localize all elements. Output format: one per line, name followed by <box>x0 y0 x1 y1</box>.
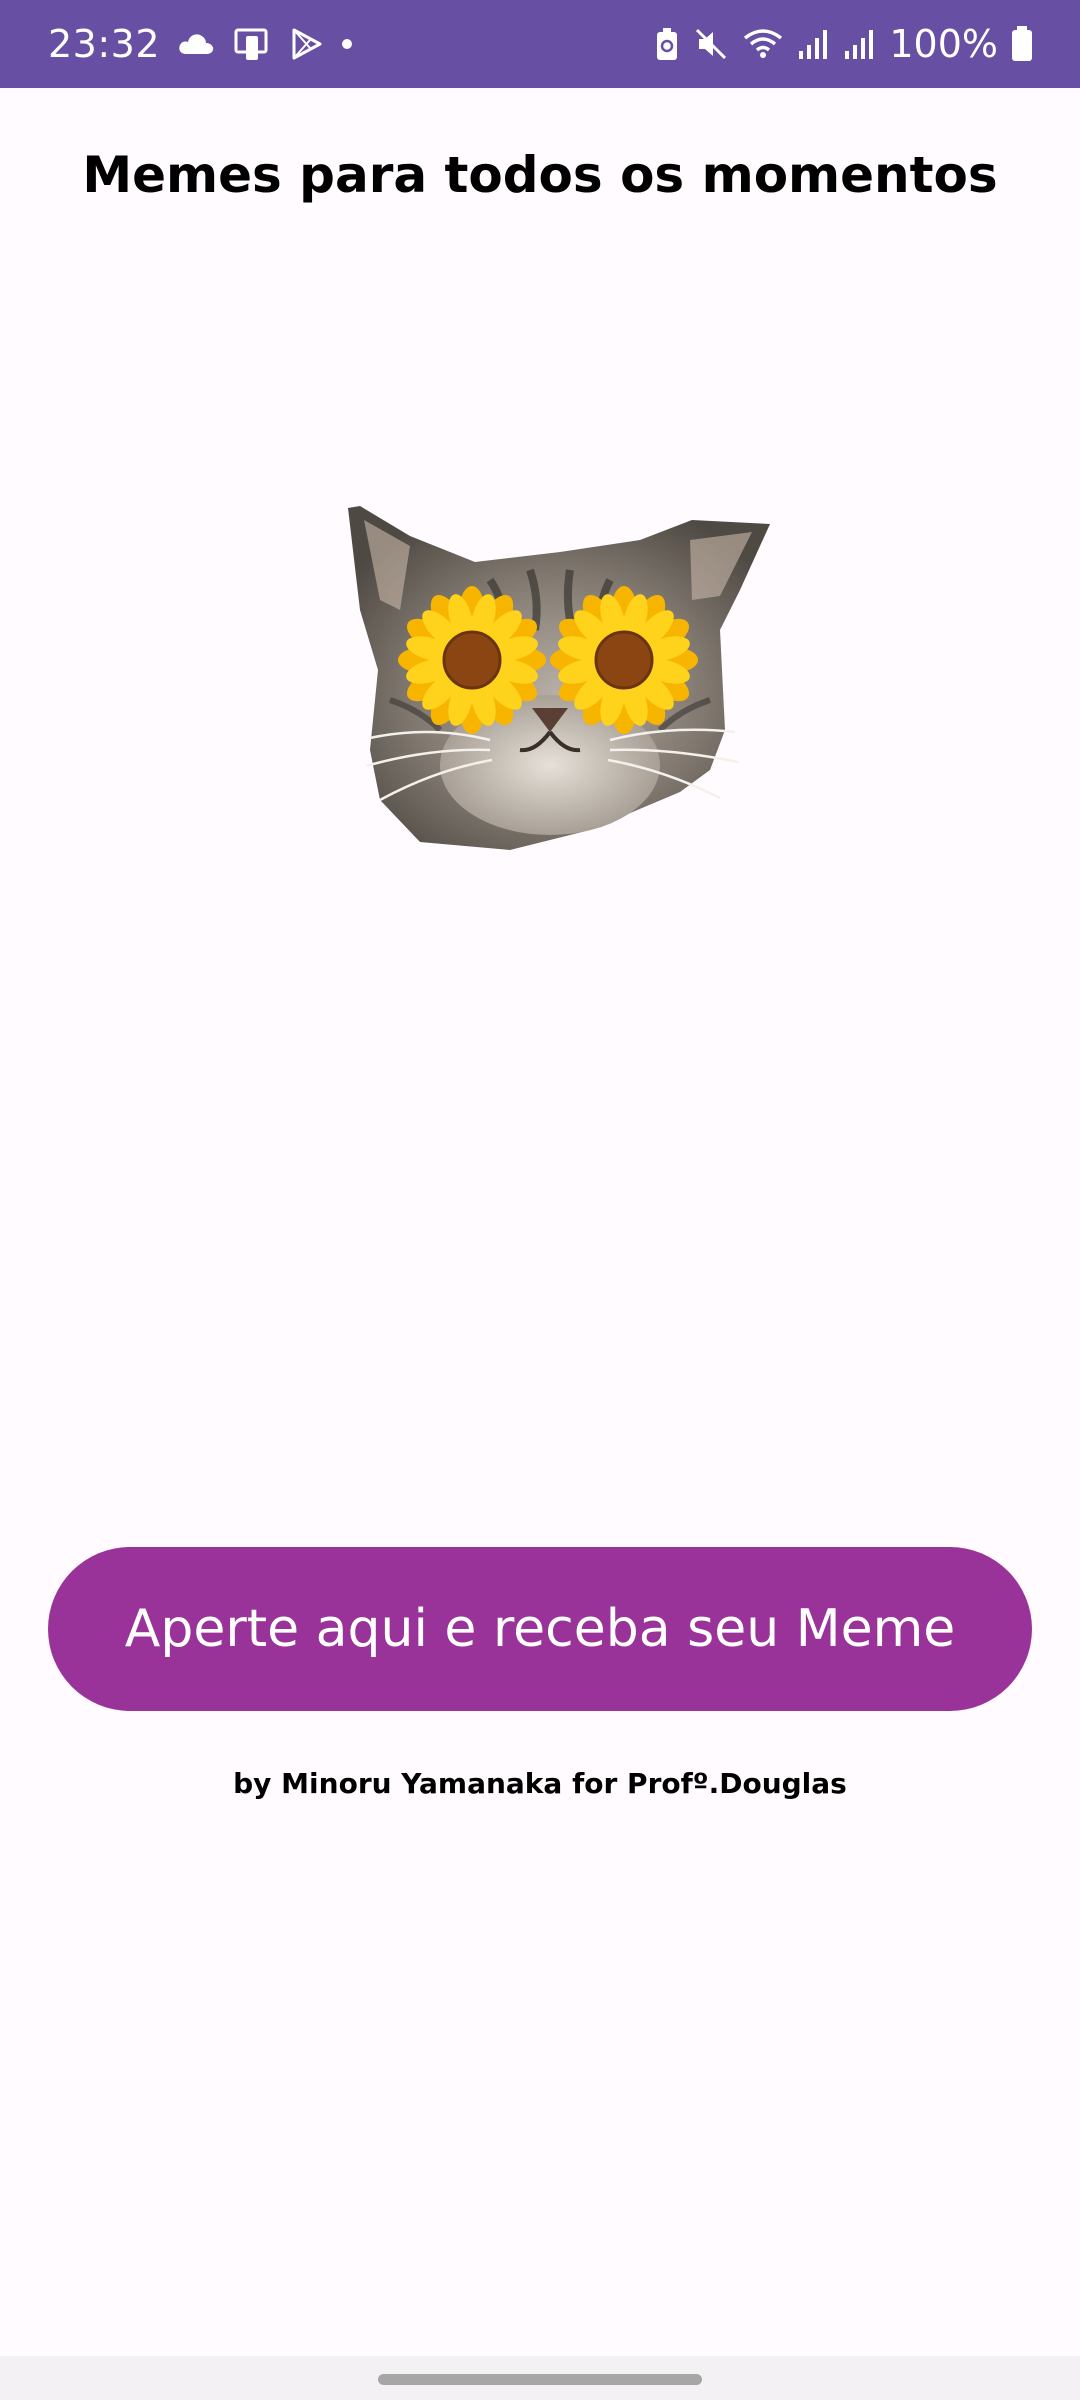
device-screen-icon <box>232 24 272 64</box>
mute-icon <box>693 26 729 62</box>
battery-saver-icon <box>653 26 681 62</box>
signal-icon-2 <box>843 27 877 61</box>
play-store-icon <box>288 26 324 62</box>
home-gesture-handle[interactable] <box>378 2374 702 2385</box>
battery-icon <box>1010 25 1034 63</box>
battery-percent: 100% <box>889 22 998 66</box>
status-bar: 23:32 100% <box>0 0 1080 88</box>
page-title: Memes para todos os momentos <box>82 146 998 204</box>
status-right: 100% <box>653 0 1034 88</box>
cat-with-sunflower-eyes-icon <box>348 506 770 850</box>
wifi-icon <box>741 26 785 62</box>
notification-dot-icon <box>340 37 354 51</box>
cloud-icon <box>176 30 216 58</box>
get-meme-button[interactable]: Aperte aqui e receba seu Meme <box>48 1547 1032 1711</box>
signal-icon-1 <box>797 27 831 61</box>
status-left: 23:32 <box>48 0 354 88</box>
credit-text: by Minoru Yamanaka for Profº.Douglas <box>233 1767 847 1800</box>
navigation-bar <box>0 2356 1080 2400</box>
meme-image <box>340 500 780 870</box>
status-time: 23:32 <box>48 22 161 66</box>
